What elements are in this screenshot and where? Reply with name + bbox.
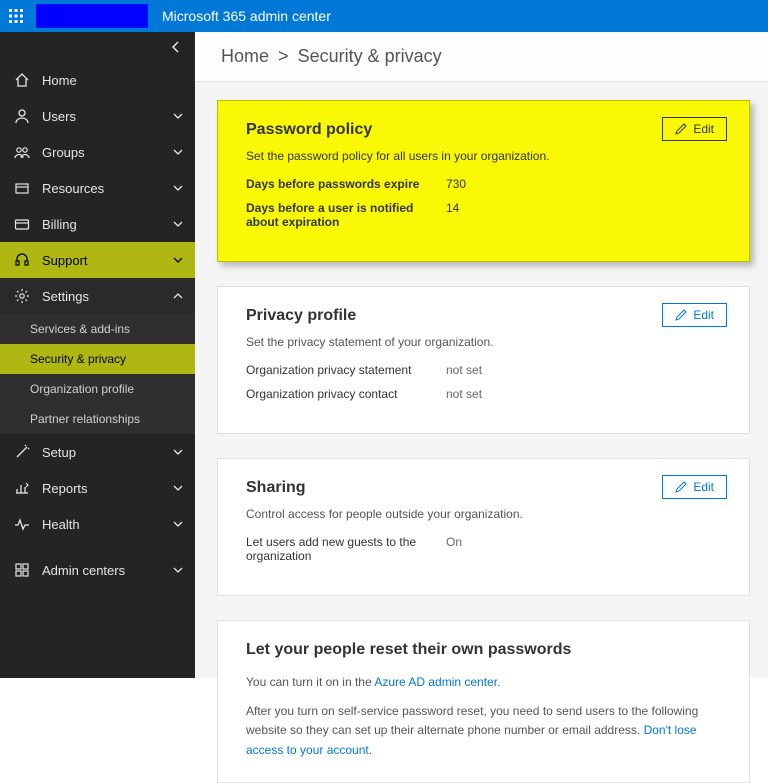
card-title: Sharing (246, 479, 725, 497)
groups-icon (12, 144, 32, 160)
sharing-card: Edit Sharing Control access for people o… (217, 458, 750, 596)
breadcrumb-page: Security & privacy (298, 46, 442, 66)
breadcrumb-root[interactable]: Home (221, 46, 269, 66)
headset-icon (12, 252, 32, 268)
azure-ad-link[interactable]: Azure AD admin center (374, 675, 497, 689)
chevron-down-icon (173, 517, 183, 532)
card-desc: Set the password policy for all users in… (246, 149, 725, 163)
help-text: You can turn it on in the Azure AD admin… (246, 673, 725, 692)
tenant-logo (36, 4, 148, 28)
pencil-icon (675, 481, 687, 493)
chevron-down-icon (173, 181, 183, 196)
breadcrumb-sep: > (278, 46, 289, 66)
help-text: After you turn on self-service password … (246, 702, 725, 760)
chevron-down-icon (173, 109, 183, 124)
setting-row: Let users add new guests to the organiza… (246, 535, 725, 563)
pencil-icon (675, 123, 687, 135)
setting-value: not set (446, 363, 482, 377)
setting-key: Days before a user is notified about exp… (246, 201, 446, 229)
sidebar-item-home[interactable]: Home (0, 62, 195, 98)
main-content: Home > Security & privacy Edit Password … (195, 32, 768, 678)
card-desc: Set the privacy statement of your organi… (246, 335, 725, 349)
wand-icon (12, 444, 32, 460)
sidebar: Home Users Groups Resources Billing Supp… (0, 32, 195, 678)
chevron-down-icon (173, 253, 183, 268)
sidebar-item-groups[interactable]: Groups (0, 134, 195, 170)
sidebar-item-label: Admin centers (42, 563, 125, 578)
top-bar: Microsoft 365 admin center (0, 0, 768, 32)
setting-row: Organization privacy statement not set (246, 363, 725, 377)
password-policy-card: Edit Password policy Set the password po… (217, 100, 750, 262)
setting-row: Days before passwords expire 730 (246, 177, 725, 191)
setting-key: Let users add new guests to the organiza… (246, 535, 446, 563)
gear-icon (12, 288, 32, 304)
setting-key: Organization privacy contact (246, 387, 446, 401)
sub-item-partner-relationships[interactable]: Partner relationships (0, 404, 195, 434)
card-title: Privacy profile (246, 307, 725, 325)
health-icon (12, 516, 32, 532)
sidebar-item-label: Home (42, 73, 77, 88)
edit-password-policy-button[interactable]: Edit (662, 117, 727, 141)
sidebar-item-label: Support (42, 253, 88, 268)
sidebar-item-settings[interactable]: Settings (0, 278, 195, 314)
sidebar-item-setup[interactable]: Setup (0, 434, 195, 470)
app-title: Microsoft 365 admin center (162, 8, 331, 24)
app-launcher-icon[interactable] (0, 0, 32, 32)
billing-icon (12, 216, 32, 232)
setting-value: 14 (446, 201, 459, 229)
self-service-password-reset-card: Let your people reset their own password… (217, 620, 750, 783)
setting-key: Days before passwords expire (246, 177, 446, 191)
setting-value: 730 (446, 177, 466, 191)
card-desc: Control access for people outside your o… (246, 507, 725, 521)
admin-centers-icon (12, 562, 32, 578)
setting-row: Organization privacy contact not set (246, 387, 725, 401)
sidebar-item-reports[interactable]: Reports (0, 470, 195, 506)
settings-submenu: Services & add-ins Security & privacy Or… (0, 314, 195, 434)
sidebar-item-label: Settings (42, 289, 89, 304)
chevron-down-icon (173, 563, 183, 578)
chevron-down-icon (173, 481, 183, 496)
chevron-down-icon (173, 145, 183, 160)
user-icon (12, 108, 32, 124)
sidebar-item-resources[interactable]: Resources (0, 170, 195, 206)
edit-sharing-button[interactable]: Edit (662, 475, 727, 499)
sub-item-services-addins[interactable]: Services & add-ins (0, 314, 195, 344)
chevron-down-icon (173, 217, 183, 232)
collapse-nav-button[interactable] (0, 32, 195, 62)
chevron-up-icon (173, 289, 183, 304)
setting-key: Organization privacy statement (246, 363, 446, 377)
privacy-profile-card: Edit Privacy profile Set the privacy sta… (217, 286, 750, 434)
card-title: Password policy (246, 121, 725, 139)
sidebar-item-label: Setup (42, 445, 76, 460)
sidebar-item-users[interactable]: Users (0, 98, 195, 134)
sub-item-security-privacy[interactable]: Security & privacy (0, 344, 195, 374)
breadcrumb: Home > Security & privacy (195, 32, 768, 82)
sidebar-item-support[interactable]: Support (0, 242, 195, 278)
reports-icon (12, 480, 32, 496)
sidebar-item-health[interactable]: Health (0, 506, 195, 542)
sidebar-item-label: Resources (42, 181, 104, 196)
sidebar-item-admin-centers[interactable]: Admin centers (0, 552, 195, 588)
card-title: Let your people reset their own password… (246, 641, 725, 659)
pencil-icon (675, 309, 687, 321)
resources-icon (12, 180, 32, 196)
sub-item-organization-profile[interactable]: Organization profile (0, 374, 195, 404)
edit-privacy-profile-button[interactable]: Edit (662, 303, 727, 327)
chevron-down-icon (173, 445, 183, 460)
setting-value: On (446, 535, 462, 563)
sidebar-item-billing[interactable]: Billing (0, 206, 195, 242)
home-icon (12, 72, 32, 88)
sidebar-item-label: Groups (42, 145, 85, 160)
sidebar-item-label: Reports (42, 481, 88, 496)
sidebar-item-label: Health (42, 517, 80, 532)
setting-value: not set (446, 387, 482, 401)
sidebar-item-label: Users (42, 109, 76, 124)
sidebar-item-label: Billing (42, 217, 77, 232)
setting-row: Days before a user is notified about exp… (246, 201, 725, 229)
